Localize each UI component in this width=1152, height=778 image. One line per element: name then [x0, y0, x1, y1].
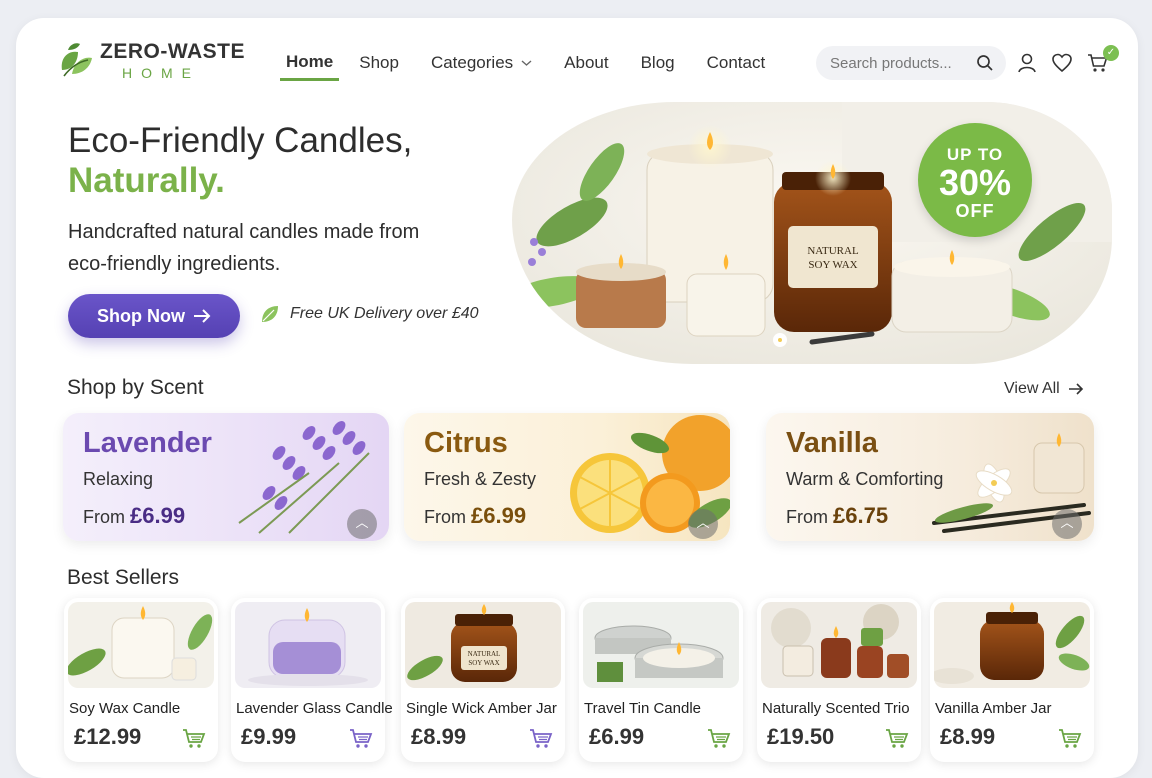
add-to-cart-icon[interactable]: [1058, 728, 1082, 750]
nav-about[interactable]: About: [564, 50, 608, 81]
nav-blog-label: Blog: [640, 52, 675, 72]
search-input[interactable]: [830, 54, 970, 72]
nav-about-label: About: [564, 52, 609, 72]
wishlist-heart-icon[interactable]: [1051, 52, 1073, 74]
cart-check-badge: ✓: [1103, 45, 1119, 61]
delivery-note-text: Free UK Delivery over £40: [290, 305, 479, 322]
product-card[interactable]: Vanilla Amber Jar £8.99: [930, 598, 1094, 762]
leaf-icon: [262, 306, 278, 322]
product-name: Vanilla Amber Jar: [935, 700, 1052, 717]
scent-price: From £6.99: [424, 503, 527, 528]
scent-card-vanilla[interactable]: Vanilla Warm & Comforting From £6.75 ︿: [766, 413, 1094, 541]
hero-subtitle: Handcrafted natural candles made from ec…: [68, 221, 420, 275]
product-image: [934, 602, 1090, 688]
product-card[interactable]: NATURAL SOY WAX Single Wick Amber Jar £8…: [401, 598, 565, 762]
product-card[interactable]: Lavender Glass Candle £9.99: [231, 598, 393, 762]
search-icon[interactable]: [976, 54, 994, 72]
leaf-logo-icon: [61, 43, 92, 77]
view-all-label: View All: [1004, 380, 1060, 397]
product-image: [583, 602, 739, 688]
chevron-down-icon: [521, 59, 532, 66]
chevron-up-icon[interactable]: ︿: [688, 509, 718, 539]
best-sellers-title: Best Sellers: [67, 566, 180, 589]
product-image: NATURAL SOY WAX: [405, 602, 561, 688]
scent-card-citrus[interactable]: Citrus Fresh & Zesty From £6.99 ︿: [404, 413, 730, 541]
page-frame: ZERO-WASTE HOME Home Shop Categories Abo…: [16, 18, 1138, 778]
add-to-cart-icon[interactable]: [349, 728, 373, 750]
shop-now-button[interactable]: Shop Now: [68, 294, 240, 338]
account-icon[interactable]: [1016, 52, 1038, 74]
scent-desc: Relaxing: [83, 469, 154, 489]
svg-text:SOY WAX: SOY WAX: [468, 659, 499, 667]
hero-title-accent: Naturally.: [68, 161, 225, 200]
scent-desc: Warm & Comforting: [786, 469, 944, 489]
product-name: Soy Wax Candle: [69, 700, 181, 717]
add-to-cart-icon[interactable]: [707, 728, 731, 750]
product-image: [761, 602, 917, 688]
nav-shop-label: Shop: [359, 52, 399, 72]
arrow-right-icon: [1068, 383, 1083, 395]
delivery-note: Free UK Delivery over £40: [260, 304, 479, 324]
product-card[interactable]: Travel Tin Candle £6.99: [579, 598, 743, 762]
product-card[interactable]: Naturally Scented Trio £19.50: [757, 598, 921, 762]
svg-text:SOY WAX: SOY WAX: [808, 259, 857, 271]
add-to-cart-icon[interactable]: [182, 728, 206, 750]
promo-percent: 30%: [938, 162, 1012, 203]
view-all-link[interactable]: View All: [1004, 380, 1084, 398]
scent-price: From £6.99: [83, 503, 186, 528]
add-to-cart-icon[interactable]: [885, 728, 909, 750]
main-nav: Home Shop Categories About Blog Contact: [280, 50, 797, 81]
product-price: £12.99: [74, 724, 142, 749]
product-image: [235, 602, 381, 688]
nav-contact-label: Contact: [706, 52, 766, 72]
promo-off: OFF: [955, 201, 995, 221]
hero-candles-image: NATURAL SOY WAX: [512, 102, 1112, 364]
brand-logo[interactable]: ZERO-WASTE HOME: [58, 40, 245, 80]
product-price: £8.99: [411, 724, 467, 749]
promo-badge: UP TO 30% OFF: [918, 123, 1032, 237]
scent-card-lavender[interactable]: Lavender Relaxing From £6.99 ︿: [63, 413, 389, 541]
arrow-right-icon: [194, 309, 211, 323]
product-name: Naturally Scented Trio: [762, 700, 910, 717]
chevron-up-icon[interactable]: ︿: [347, 509, 377, 539]
brand-subtitle: HOME: [122, 64, 200, 81]
shop-now-label: Shop Now: [97, 305, 185, 326]
scent-name: Vanilla: [786, 427, 878, 459]
scent-name: Citrus: [424, 427, 508, 459]
scent-desc: Fresh & Zesty: [424, 469, 537, 489]
nav-blog[interactable]: Blog: [641, 50, 675, 81]
nav-categories-label: Categories: [430, 52, 514, 72]
nav-shop[interactable]: Shop: [359, 50, 399, 81]
nav-contact[interactable]: Contact: [707, 50, 766, 81]
nav-categories[interactable]: Categories: [431, 50, 532, 81]
product-price: £19.50: [767, 724, 835, 749]
svg-text:NATURAL: NATURAL: [468, 650, 501, 658]
product-price: £6.99: [589, 724, 645, 749]
product-name: Travel Tin Candle: [584, 700, 701, 717]
chevron-up-icon[interactable]: ︿: [1052, 509, 1082, 539]
product-name: Single Wick Amber Jar: [406, 700, 557, 717]
add-to-cart-icon[interactable]: [529, 728, 553, 750]
jar-label-text: NATURAL: [807, 245, 859, 257]
scent-price: From £6.75: [786, 503, 889, 528]
product-image: [68, 602, 214, 688]
brand-title: ZERO-WASTE: [100, 39, 245, 63]
nav-home-label: Home: [286, 52, 334, 71]
product-price: £8.99: [940, 724, 996, 749]
product-card[interactable]: Soy Wax Candle £12.99: [64, 598, 218, 762]
search-box: [816, 46, 1006, 80]
shop-by-scent-title: Shop by Scent: [67, 376, 204, 399]
scent-name: Lavender: [83, 427, 212, 459]
product-name: Lavender Glass Candle: [236, 700, 393, 717]
product-price: £9.99: [241, 724, 297, 749]
nav-home[interactable]: Home: [280, 50, 340, 81]
hero-title: Eco-Friendly Candles,: [68, 121, 413, 160]
